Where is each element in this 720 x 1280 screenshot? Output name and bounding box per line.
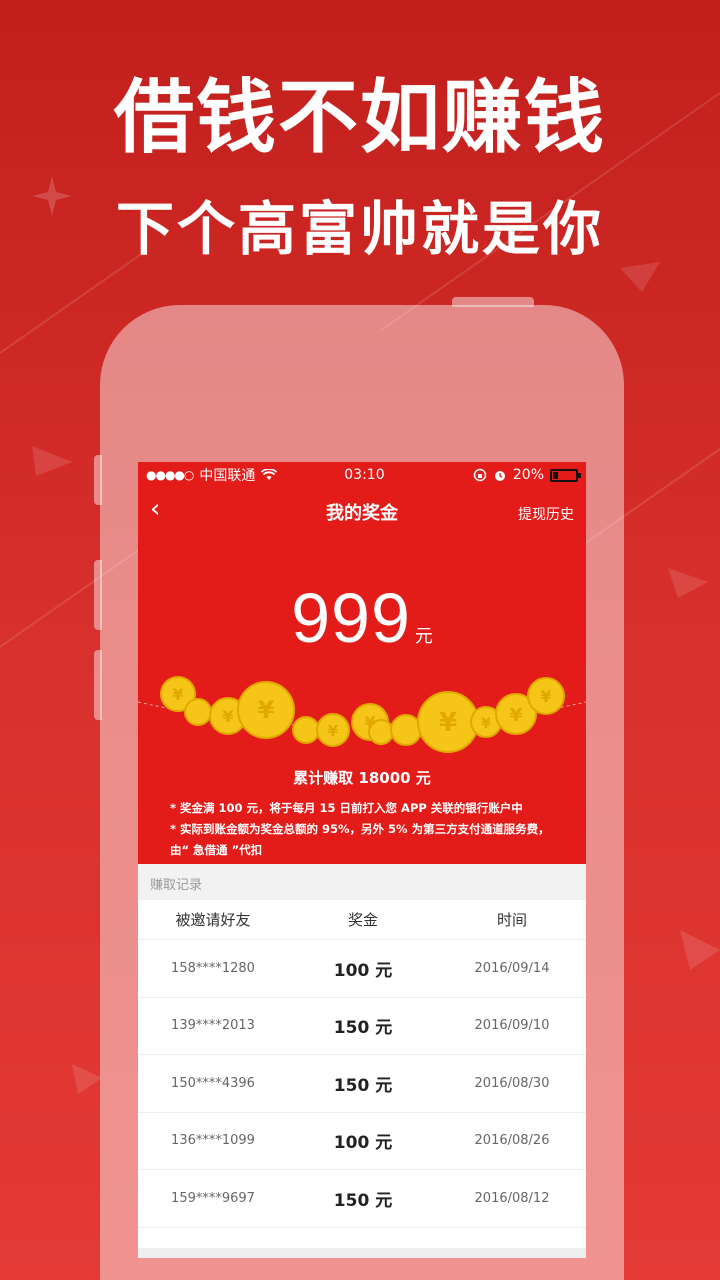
status-bar: ●●●●○ 中国联通 03:10 20% (138, 462, 586, 488)
column-header: 被邀请好友 (175, 911, 251, 929)
bonus-notes: * 奖金满 100 元，将于每月 15 日前打入您 APP 关联的银行账户中 *… (170, 798, 566, 861)
bonus-amount: 999 元 (138, 578, 586, 658)
phone-power-button (452, 297, 534, 307)
svg-text:¥: ¥ (258, 696, 275, 724)
triangle-icon (72, 1064, 102, 1094)
column-header: 奖金 (347, 911, 378, 929)
screen-bottom-edge (138, 1248, 586, 1258)
table-row: 139****2013 150 元 2016/09/10 (138, 998, 586, 1055)
svg-text:¥: ¥ (172, 685, 183, 704)
bonus-amount-unit: 元 (414, 626, 433, 647)
friend-phone: 158****1280 (171, 960, 255, 976)
phone-volume-button (94, 455, 102, 505)
table-row: 150****4396 150 元 2016/08/30 (138, 1055, 586, 1113)
headline: 借钱不如赚钱 下个高富帅就是你 (0, 70, 720, 264)
battery-icon (550, 468, 581, 482)
phone-volume-button (94, 560, 102, 630)
table-row: 158****1280 100 元 2016/09/14 (138, 940, 586, 998)
app-screen: ●●●●○ 中国联通 03:10 20% ‹ 我的奖金 提现历史 999 元 ¥… (138, 462, 586, 1258)
phone-volume-button (94, 650, 102, 720)
record-date: 2016/09/14 (474, 960, 550, 976)
bonus-value: 150 元 (333, 1075, 393, 1096)
bonus-amount-value: 999 (291, 579, 411, 657)
svg-text:¥: ¥ (481, 716, 491, 732)
bonus-value: 150 元 (333, 1190, 393, 1211)
alarm-icon (494, 471, 505, 481)
battery-percent: 20% (512, 467, 544, 483)
record-date: 2016/08/26 (474, 1133, 550, 1149)
record-date: 2016/08/12 (474, 1190, 550, 1206)
records-list: 158****1280 100 元 2016/09/14 139****2013… (138, 940, 586, 1228)
svg-text:¥: ¥ (439, 708, 457, 738)
table-row: 136****1099 100 元 2016/08/26 (138, 1113, 586, 1170)
bonus-value: 150 元 (333, 1018, 393, 1039)
record-date: 2016/08/30 (474, 1075, 550, 1091)
carrier-label: 中国联通 (199, 468, 256, 484)
svg-text:¥: ¥ (540, 687, 551, 706)
section-label: 赚取记录 (138, 864, 586, 900)
bonus-value: 100 元 (333, 960, 393, 981)
svg-text:¥: ¥ (222, 707, 233, 726)
note-item: * 实际到账金额为奖金总额的 95%，另外 5% 为第三方支付通道服务费，由“ … (170, 822, 550, 857)
bonus-value: 100 元 (333, 1133, 393, 1154)
svg-text:¥: ¥ (364, 713, 375, 732)
rotation-lock-icon (473, 468, 487, 482)
triangle-icon (680, 930, 720, 970)
withdraw-history-link[interactable]: 提现历史 (518, 504, 574, 524)
column-header: 时间 (496, 911, 527, 929)
triangle-icon (32, 446, 72, 476)
nav-bar: ‹ 我的奖金 提现历史 (138, 488, 586, 536)
bonus-header: ●●●●○ 中国联通 03:10 20% ‹ 我的奖金 提现历史 999 元 ¥… (138, 462, 586, 864)
headline-line1: 借钱不如赚钱 (114, 71, 606, 164)
triangle-icon (620, 262, 660, 292)
friend-phone: 150****4396 (171, 1075, 255, 1091)
table-header: 被邀请好友 奖金 时间 (138, 900, 586, 940)
headline-line2: 下个高富帅就是你 (115, 195, 604, 263)
record-date: 2016/09/10 (474, 1018, 550, 1034)
total-earned: 累计赚取 18000 元 (293, 769, 431, 787)
note-item: * 奖金满 100 元，将于每月 15 日前打入您 APP 关联的银行账户中 (170, 801, 523, 815)
signal-icon: ●●●●○ (146, 468, 194, 482)
table-row: 159****9697 150 元 2016/08/12 (138, 1170, 586, 1228)
status-time: 03:10 (344, 467, 385, 483)
friend-phone: 136****1099 (171, 1133, 255, 1149)
svg-text:¥: ¥ (328, 722, 339, 740)
svg-text:¥: ¥ (510, 705, 523, 726)
back-chevron-icon[interactable]: ‹ (150, 494, 160, 524)
friend-phone: 139****2013 (171, 1018, 255, 1034)
triangle-icon (668, 568, 708, 598)
gold-coins-illustration: ¥ ¥ ¥ ¥ ¥ ¥ ¥ ¥ ¥ (138, 676, 586, 753)
friend-phone: 159****9697 (171, 1190, 255, 1206)
